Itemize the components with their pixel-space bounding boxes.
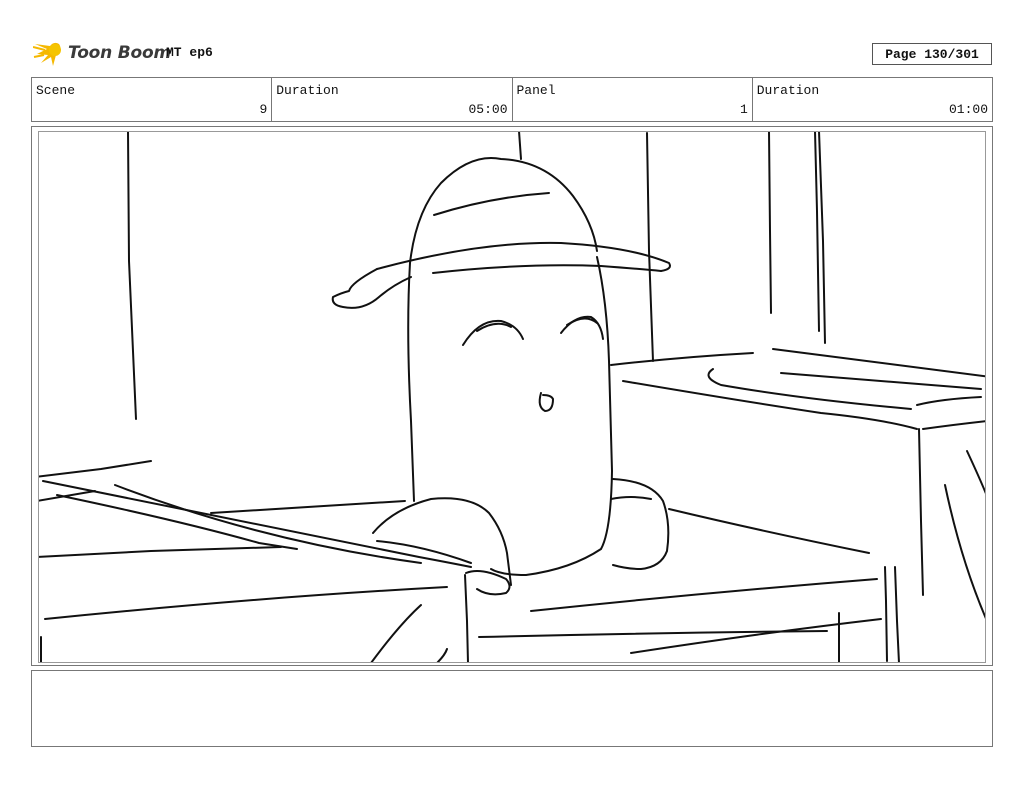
panel-duration-value: 01:00 (948, 102, 988, 117)
sketch-table-right-c (630, 618, 882, 654)
panel-duration-label: Duration (756, 83, 820, 98)
sketch-table-left-top (39, 460, 152, 478)
sketch-right-top-e (922, 420, 985, 430)
logo-text: Toon Boom (68, 43, 172, 63)
panel-cell: Panel 1 (513, 78, 753, 121)
sketch-post-right-b (814, 132, 820, 332)
sketch-table-foot-mid (436, 648, 448, 662)
sketch-table-left-b (56, 494, 298, 550)
sketch-table-left-f (210, 500, 406, 514)
sketch-eye-right-lid (566, 317, 598, 326)
sketch-right-diag-a (966, 450, 985, 494)
sketch-arm-right-crease (610, 496, 652, 500)
sketch-right-top-a (610, 352, 754, 366)
sketch-table-left-c (39, 546, 282, 558)
panel-label: Panel (516, 83, 556, 98)
toon-boom-star-icon (33, 42, 61, 66)
sketch-hat-crown (409, 157, 598, 264)
panel-duration-cell: Duration 01:00 (753, 78, 992, 121)
sketch-table-right-a (530, 578, 878, 612)
panel-sketch (39, 132, 985, 662)
sketch-right-oval-b (780, 372, 982, 390)
sketch-table-vert-b (894, 566, 900, 662)
sketch-center-post (518, 132, 522, 160)
sketch-arm-right (612, 478, 670, 570)
notes-box (31, 670, 993, 747)
scene-duration-label: Duration (276, 83, 339, 98)
sketch-mouth (538, 392, 554, 412)
sketch-right-diag-b (944, 484, 985, 619)
sketch-table-vert-d (464, 574, 469, 662)
sketch-table-foot-left (370, 604, 422, 662)
sketch-head-left (407, 262, 415, 502)
sketch-table-right-top (668, 508, 870, 554)
sketch-right-top-b (772, 348, 985, 378)
toon-boom-logo: Toon Boom (33, 38, 171, 68)
sketch-hat-brim-left (331, 268, 412, 309)
sketch-right-vert-a (918, 428, 924, 596)
panel-info-row: Scene 9 Duration 05:00 Panel 1 Duration … (31, 77, 993, 122)
scene-value: 9 (259, 102, 268, 117)
sketch-post-mid (646, 132, 654, 362)
sketch-eye-right (560, 315, 604, 340)
sketch-table-left-e (44, 586, 448, 620)
storyboard-panel (38, 131, 986, 663)
sketch-right-top-d (916, 396, 982, 406)
sketch-post-right-c (818, 132, 826, 344)
scene-label: Scene (36, 83, 76, 98)
sketch-post-right-a (768, 132, 772, 314)
sketch-head-right (490, 256, 613, 576)
scene-cell: Scene 9 (32, 78, 273, 121)
scene-duration-value: 05:00 (468, 102, 508, 117)
sketch-hat-brim-bottom (432, 264, 662, 274)
sketch-left-post (127, 132, 137, 420)
project-title: MT ep6 (166, 45, 213, 60)
panel-value: 1 (739, 102, 748, 117)
sketch-hat-band (433, 192, 550, 216)
scene-duration-cell: Duration 05:00 (272, 78, 513, 121)
sketch-arm-left-cuff (465, 570, 511, 596)
page-number: Page 130/301 (872, 43, 992, 65)
sketch-table-vert-a (884, 566, 888, 662)
